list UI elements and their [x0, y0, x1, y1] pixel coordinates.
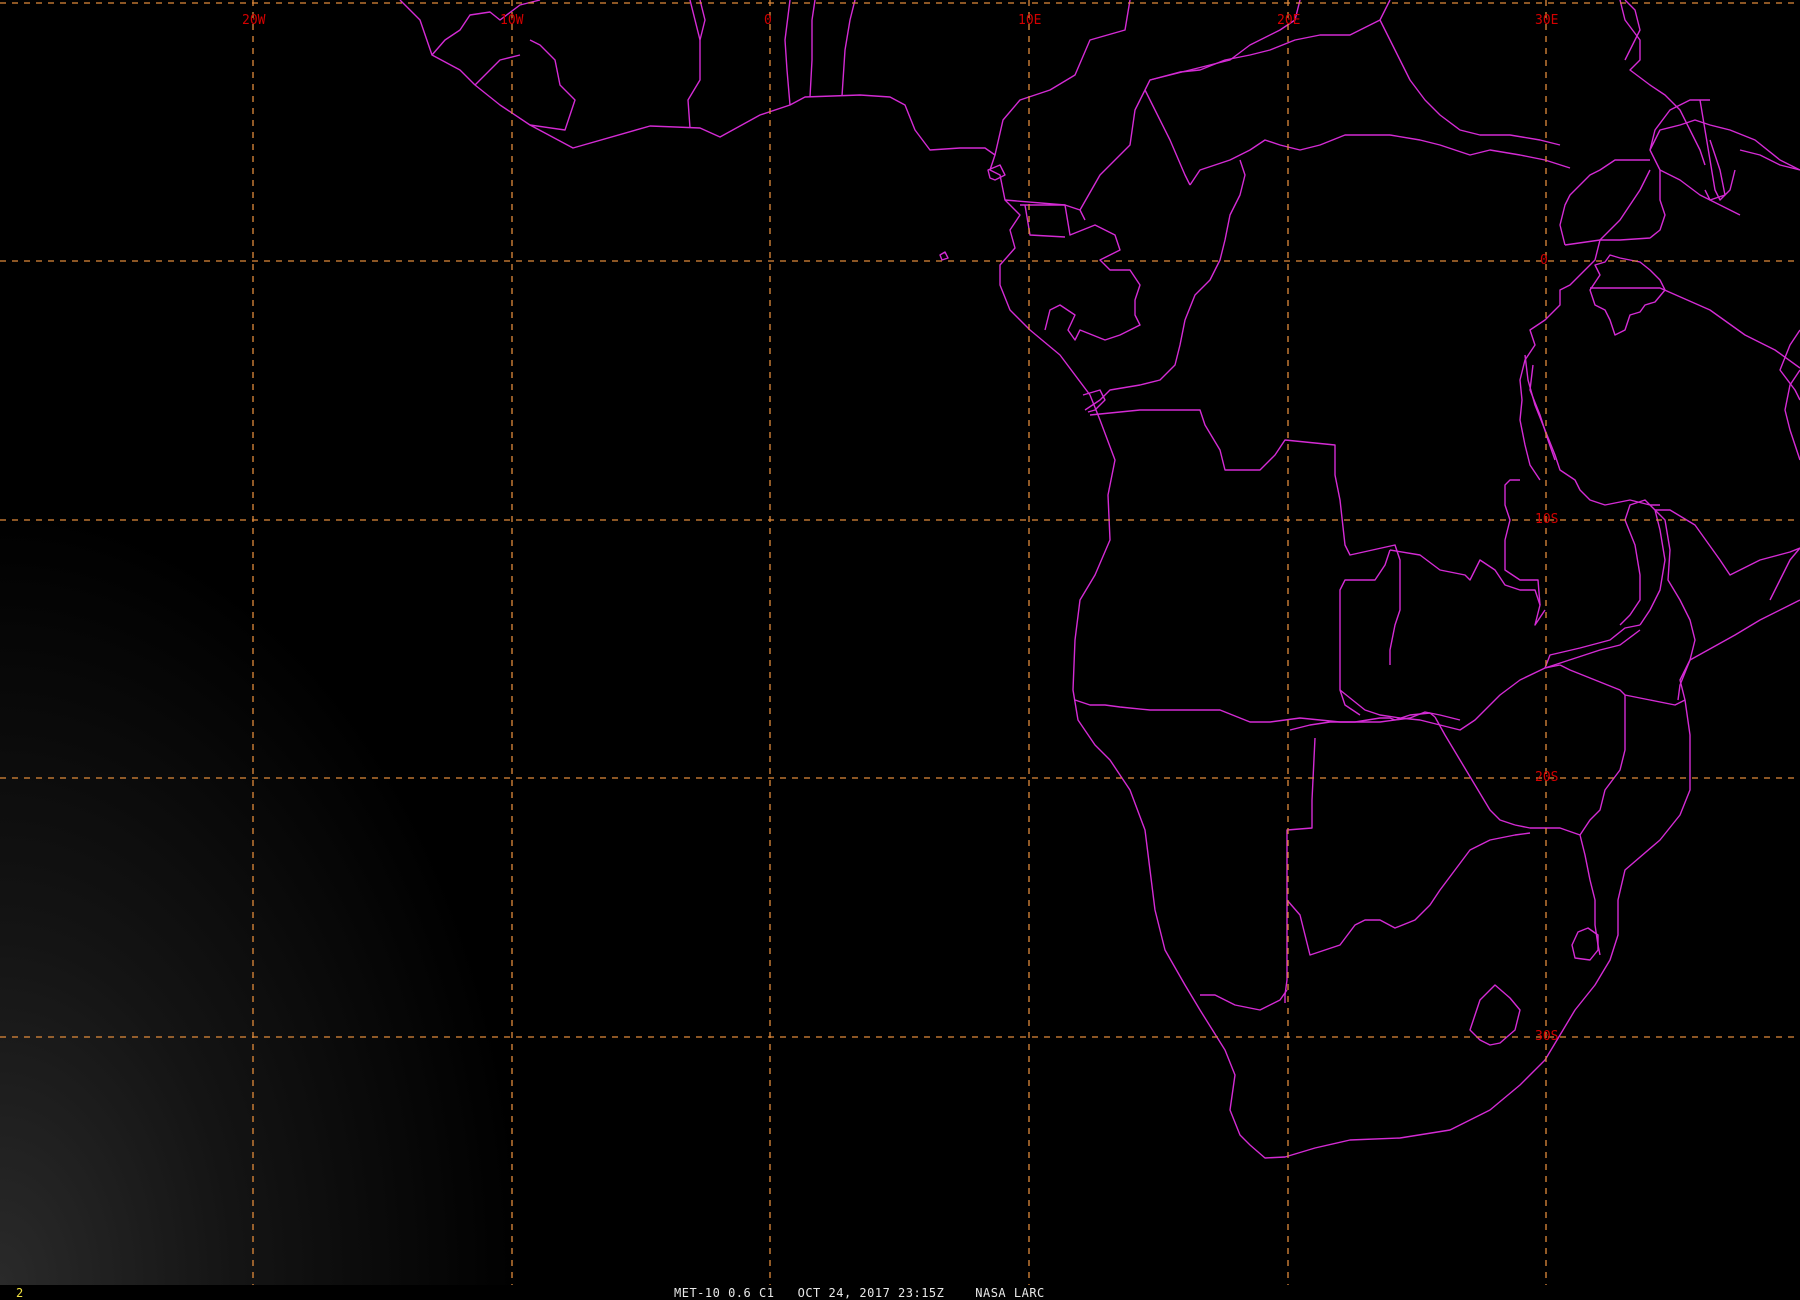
border-zambia-malawi [1544, 624, 1641, 669]
border-zimbabwe-botswana [1434, 716, 1516, 826]
border-sudan [1619, 0, 1706, 166]
border-cameroon-car [1004, 199, 1086, 221]
island-sao-tome [939, 251, 949, 261]
border-kenya-somalia [1699, 99, 1736, 201]
border-namibia-botswana [1289, 712, 1436, 731]
border-angola-drc [1089, 409, 1401, 665]
border-south-sudan [1389, 134, 1571, 169]
border-zambia-mozambique [1544, 629, 1641, 669]
lat-label-20s: 20S [1535, 770, 1558, 785]
border-ethiopia [1649, 119, 1800, 171]
lon-label-30e: 30E [1535, 13, 1558, 28]
border-nigeria-cameroon [994, 0, 1131, 156]
lon-label-20w: 20W [242, 13, 266, 28]
border-botswana-sa [1286, 832, 1531, 956]
border-drc-zambia [1389, 549, 1546, 626]
map-canvas[interactable]: 20W 10W 0 10E 20E 30E 0 10S 20S 30S [0, 0, 1800, 1285]
border-sierra-leone [474, 54, 521, 86]
border-car [1079, 0, 1301, 211]
lat-label-0: 0 [1540, 253, 1548, 268]
twilight-glow [0, 250, 700, 1285]
east-africa-coast [1784, 369, 1800, 461]
border-chad-sudan [1379, 0, 1561, 146]
border-mozambique-malawi [1619, 499, 1666, 626]
border-mozambique-coast [1624, 694, 1686, 706]
lat-label-30s: 30S [1535, 1029, 1558, 1044]
border-tanzania-kenya [1590, 287, 1800, 369]
border-chad-car [1149, 19, 1381, 81]
border-namibia-south [1200, 989, 1288, 1011]
border-ci-ghana [687, 0, 706, 129]
border-zambia-zimbabwe [1339, 664, 1561, 731]
border-zimbabwe-mozambique [1559, 664, 1626, 836]
border-congo-drc [1084, 159, 1246, 411]
lake-victoria [1589, 254, 1666, 336]
border-drc-east [1519, 169, 1651, 481]
status-bar: 2 MET-10 0.6 C1 OCT 24, 2017 23:15Z NASA… [0, 1285, 1800, 1300]
border-eswatini [1571, 927, 1599, 961]
border-eq-guinea [1024, 204, 1066, 238]
border-benin-nigeria [841, 0, 856, 97]
border-lesotho [1469, 984, 1521, 1046]
border-gabon-congo [1020, 204, 1141, 341]
lat-label-10s: 10S [1535, 512, 1558, 527]
border-horn [1739, 149, 1800, 171]
satellite-map-view: 20W 10W 0 10E 20E 30E 0 10S 20S 30S 2 ME… [0, 0, 1800, 1300]
border-sa-mozambique [1579, 834, 1601, 956]
image-caption: MET-10 0.6 C1 OCT 24, 2017 23:15Z NASA L… [674, 1286, 1045, 1300]
border-cameroon-north [1144, 89, 1191, 186]
border-ghana-togo [784, 0, 791, 106]
border-uganda-south-sudan [1559, 159, 1650, 246]
border-car-south [1189, 134, 1390, 186]
border-guinea [431, 0, 541, 56]
lon-label-0: 0 [764, 13, 772, 28]
frame-number: 2 [16, 1286, 24, 1300]
lon-label-10e: 10E [1018, 13, 1041, 28]
border-togo-benin [809, 0, 816, 98]
border-liberia-ci [529, 39, 576, 131]
border-west-africa-north [689, 0, 701, 41]
lon-label-10w: 10W [500, 13, 524, 28]
lon-label-20e: 20E [1277, 13, 1300, 28]
border-angola-zambia [1339, 549, 1391, 716]
